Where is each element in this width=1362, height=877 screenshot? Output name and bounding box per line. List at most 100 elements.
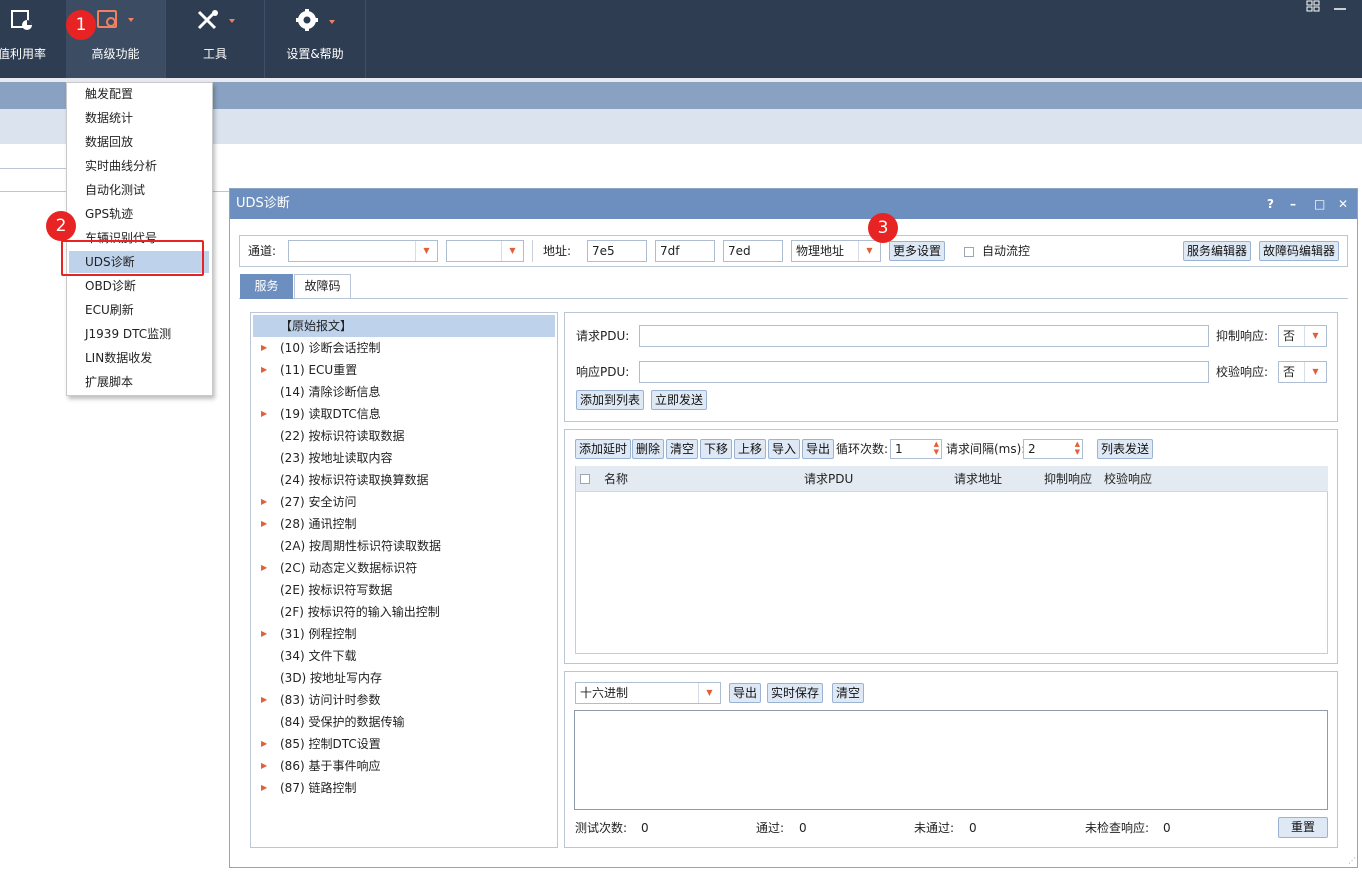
- dtc-editor-button[interactable]: 故障码编辑器: [1259, 241, 1340, 261]
- suppress-response-select[interactable]: 否 ▼: [1278, 325, 1327, 347]
- tree-item[interactable]: ▶ (27) 安全访问: [253, 491, 555, 513]
- expand-arrow-icon[interactable]: ▶: [261, 777, 267, 799]
- address-input-1[interactable]: 7e5: [587, 240, 647, 262]
- expand-arrow-icon[interactable]: ▶: [261, 733, 267, 755]
- maximize-icon[interactable]: □: [1314, 189, 1325, 219]
- tree-item[interactable]: ▶ (10) 诊断会话控制: [253, 337, 555, 359]
- tree-item[interactable]: (2A) 按周期性标识符读取数据: [253, 535, 555, 557]
- tree-item[interactable]: ▶ (31) 例程控制: [253, 623, 555, 645]
- expand-arrow-icon[interactable]: ▶: [261, 755, 267, 777]
- tree-item[interactable]: (84) 受保护的数据传输: [253, 711, 555, 733]
- interval-stepper[interactable]: 2 ▲ ▼: [1023, 439, 1083, 459]
- tab-services[interactable]: 服务: [240, 274, 293, 299]
- address-type-select[interactable]: 物理地址 ▼: [791, 240, 881, 262]
- tree-item[interactable]: (3D) 按地址写内存: [253, 667, 555, 689]
- tree-item[interactable]: (14) 清除诊断信息: [253, 381, 555, 403]
- export-list-button[interactable]: 导出: [802, 439, 835, 459]
- menu-item-extension-script[interactable]: 扩展脚本: [69, 371, 209, 393]
- spinner-arrows-icon[interactable]: ▲ ▼: [1075, 440, 1080, 456]
- tree-item[interactable]: (22) 按标识符读取数据: [253, 425, 555, 447]
- menu-item-realtime-curve[interactable]: 实时曲线分析: [69, 155, 209, 177]
- help-icon[interactable]: ?: [1267, 189, 1274, 219]
- log-export-button[interactable]: 导出: [729, 683, 762, 703]
- clear-list-button[interactable]: 清空: [666, 439, 699, 459]
- delete-button[interactable]: 删除: [632, 439, 665, 459]
- tree-item[interactable]: (23) 按地址读取内容: [253, 447, 555, 469]
- menu-item-data-statistics[interactable]: 数据统计: [69, 107, 209, 129]
- auto-flow-checkbox[interactable]: [964, 247, 974, 257]
- menu-item-lin-data[interactable]: LIN数据收发: [69, 347, 209, 369]
- tree-item[interactable]: 【原始报文】: [253, 315, 555, 337]
- minimize-icon[interactable]: [1334, 0, 1346, 15]
- expand-arrow-icon[interactable]: ▶: [261, 491, 267, 513]
- channel-select[interactable]: ▼: [288, 240, 438, 262]
- verify-response-select[interactable]: 否 ▼: [1278, 361, 1327, 383]
- expand-arrow-icon[interactable]: ▶: [261, 513, 267, 535]
- move-down-button[interactable]: 下移: [700, 439, 733, 459]
- expand-arrow-icon[interactable]: ▶: [261, 359, 267, 381]
- restore-icon[interactable]: [1306, 0, 1320, 15]
- tree-item[interactable]: ▶ (28) 通讯控制: [253, 513, 555, 535]
- more-settings-button[interactable]: 更多设置: [889, 241, 946, 261]
- add-to-list-button[interactable]: 添加到列表: [576, 390, 645, 410]
- tree-item[interactable]: ▶ (86) 基于事件响应: [253, 755, 555, 777]
- tree-item[interactable]: ▶ (11) ECU重置: [253, 359, 555, 381]
- move-up-button[interactable]: 上移: [734, 439, 767, 459]
- menu-item-obd-diagnosis[interactable]: OBD诊断: [69, 275, 209, 297]
- send-now-button[interactable]: 立即发送: [651, 390, 708, 410]
- menu-item-auto-test[interactable]: 自动化测试: [69, 179, 209, 201]
- expand-arrow-icon[interactable]: ▶: [261, 689, 267, 711]
- import-button[interactable]: 导入: [768, 439, 801, 459]
- toolbar-tools-button[interactable]: 工具: [166, 0, 264, 78]
- col-name[interactable]: 名称: [604, 466, 628, 492]
- expand-arrow-icon[interactable]: ▶: [261, 337, 267, 359]
- tab-dtc[interactable]: 故障码: [294, 274, 351, 299]
- tree-item[interactable]: ▶ (2C) 动态定义数据标识符: [253, 557, 555, 579]
- tree-item[interactable]: (34) 文件下载: [253, 645, 555, 667]
- tree-item[interactable]: (2E) 按标识符写数据: [253, 579, 555, 601]
- verify-response-label: 校验响应:: [1216, 365, 1269, 379]
- request-pdu-input[interactable]: [639, 325, 1209, 347]
- address-input-3[interactable]: 7ed: [723, 240, 783, 262]
- channel-sub-select[interactable]: ▼: [446, 240, 524, 262]
- list-send-button[interactable]: 列表发送: [1097, 439, 1154, 459]
- tree-item[interactable]: ▶ (19) 读取DTC信息: [253, 403, 555, 425]
- close-icon[interactable]: ✕: [1338, 189, 1348, 219]
- format-select[interactable]: 十六进制 ▼: [575, 682, 721, 704]
- col-suppress-response[interactable]: 抑制响应: [1044, 466, 1092, 492]
- menu-item-j1939-dtc[interactable]: J1939 DTC监测: [69, 323, 209, 345]
- tree-item-label: (2A) 按周期性标识符读取数据: [280, 539, 442, 553]
- toolbar-utilization-button[interactable]: 值利用率: [0, 0, 64, 78]
- menu-item-trigger-config[interactable]: 触发配置: [69, 83, 209, 105]
- tree-item[interactable]: (24) 按标识符读取换算数据: [253, 469, 555, 491]
- service-editor-button[interactable]: 服务编辑器: [1183, 241, 1252, 261]
- menu-item-ecu-flash[interactable]: ECU刷新: [69, 299, 209, 321]
- tree-item-label: (84) 受保护的数据传输: [280, 715, 405, 729]
- address-input-2[interactable]: 7df: [655, 240, 715, 262]
- menu-item-gps-track[interactable]: GPS轨迹: [69, 203, 209, 225]
- col-request-address[interactable]: 请求地址: [954, 466, 1002, 492]
- response-pdu-input[interactable]: [639, 361, 1209, 383]
- expand-arrow-icon[interactable]: ▶: [261, 623, 267, 645]
- expand-arrow-icon[interactable]: ▶: [261, 557, 267, 579]
- loop-count-stepper[interactable]: 1 ▲ ▼: [890, 439, 942, 459]
- resize-grip-icon[interactable]: ⋰: [1348, 856, 1356, 865]
- menu-item-data-playback[interactable]: 数据回放: [69, 131, 209, 153]
- tree-item[interactable]: ▶ (83) 访问计时参数: [253, 689, 555, 711]
- toolbar-settings-button[interactable]: 设置&帮助: [265, 0, 365, 78]
- log-clear-button[interactable]: 清空: [832, 683, 865, 703]
- log-textarea[interactable]: [574, 710, 1328, 810]
- realtime-save-button[interactable]: 实时保存: [767, 683, 824, 703]
- minimize-icon[interactable]: –: [1290, 189, 1296, 219]
- col-request-pdu[interactable]: 请求PDU: [804, 466, 853, 492]
- spinner-arrows-icon[interactable]: ▲ ▼: [934, 440, 939, 456]
- add-delay-button[interactable]: 添加延时: [575, 439, 632, 459]
- expand-arrow-icon[interactable]: ▶: [261, 403, 267, 425]
- send-list-grid[interactable]: [575, 466, 1328, 654]
- tree-item[interactable]: (2F) 按标识符的输入输出控制: [253, 601, 555, 623]
- tree-item[interactable]: ▶ (85) 控制DTC设置: [253, 733, 555, 755]
- tree-item[interactable]: ▶ (87) 链路控制: [253, 777, 555, 799]
- col-verify-response[interactable]: 校验响应: [1104, 466, 1152, 492]
- reset-button[interactable]: 重置: [1278, 817, 1328, 838]
- select-all-checkbox[interactable]: [580, 474, 590, 484]
